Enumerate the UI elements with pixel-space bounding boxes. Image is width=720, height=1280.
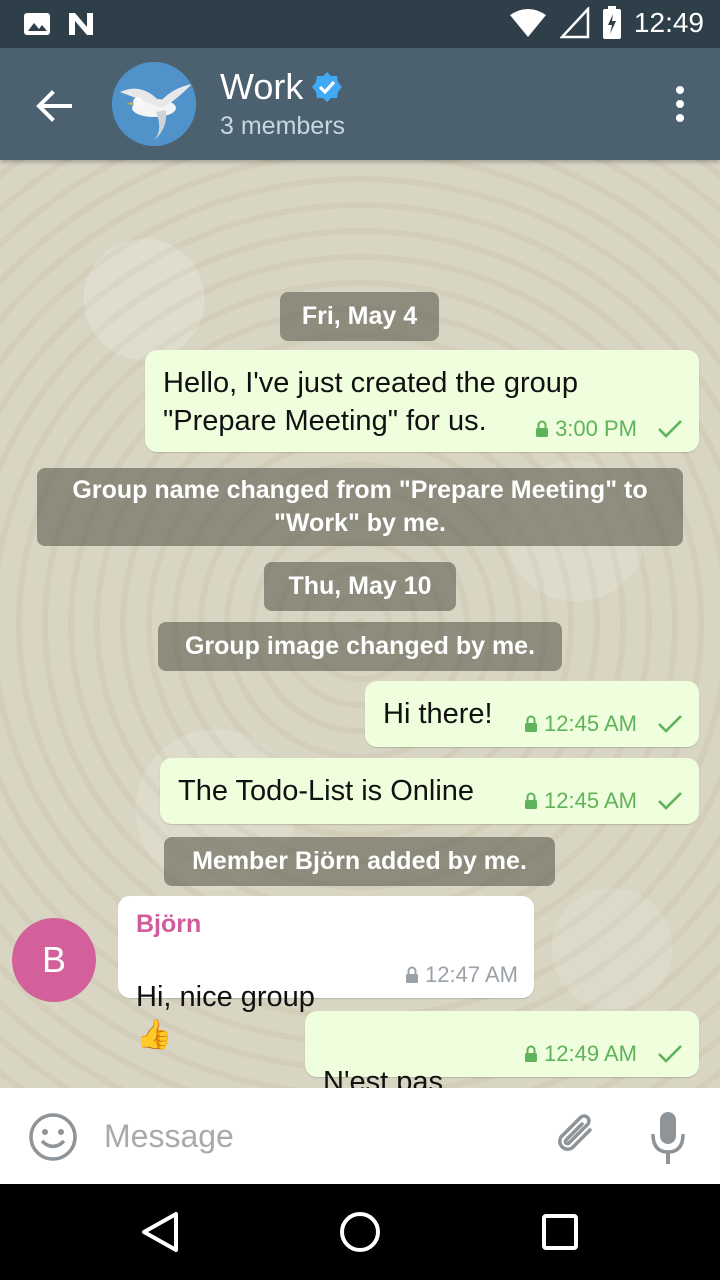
group-name: Work [220, 66, 304, 107]
system-message: Group name changed from "Prepare Meeting… [37, 468, 683, 546]
message-bubble[interactable]: Hello, I've just created the group "Prep… [145, 350, 699, 452]
system-navigation-bar [0, 1184, 720, 1280]
cell-signal-icon [559, 7, 590, 39]
message-bubble[interactable]: The Todo-List is Online 12:45 AM [160, 758, 699, 824]
chat-header: Work 3 members [0, 48, 720, 160]
status-time: 12:49 [633, 7, 704, 38]
group-avatar[interactable] [112, 62, 196, 146]
message-bubble[interactable]: N'est pas 😎 12:49 AM [305, 1011, 699, 1088]
status-bar: 12:49 [0, 0, 720, 48]
sent-check-icon [658, 420, 682, 438]
message-time: 12:45 AM [544, 711, 637, 736]
more-options-icon[interactable] [672, 84, 688, 124]
battery-icon [602, 6, 621, 39]
message-text: N'est pas [323, 1066, 443, 1088]
gallery-notification-icon [24, 13, 50, 35]
microphone-icon[interactable] [648, 1110, 688, 1166]
message-time: 12:47 AM [425, 962, 518, 987]
nav-home-icon[interactable] [338, 1210, 382, 1254]
nav-back-icon[interactable] [138, 1210, 182, 1254]
system-message: Member Björn added by me. [164, 837, 555, 886]
seagull-image-icon [112, 62, 196, 146]
lock-icon [406, 966, 419, 983]
message-bubble[interactable]: Hi there! 12:45 AM [365, 681, 699, 747]
message-composer [0, 1088, 720, 1184]
chat-title[interactable]: Work [220, 66, 343, 108]
emoji-icon[interactable] [28, 1112, 78, 1162]
system-message: Group image changed by me. [158, 622, 562, 671]
lock-icon [536, 420, 549, 437]
message-input[interactable] [104, 1110, 524, 1162]
n-notification-icon [69, 13, 93, 35]
wifi-icon [509, 9, 546, 37]
message-time: 12:49 AM [544, 1041, 637, 1066]
message-text: Hi, nice group [136, 981, 315, 1013]
member-count: 3 members [220, 112, 346, 140]
sent-check-icon [658, 792, 682, 810]
sent-check-icon [658, 1045, 682, 1063]
date-separator: Thu, May 10 [264, 562, 456, 611]
message-time: 12:45 AM [544, 788, 637, 813]
thumbs-up-emoji: 👍 [136, 1019, 173, 1051]
message-bubble[interactable]: Björn Hi, nice group 👍 12:47 AM [118, 896, 534, 1051]
sent-check-icon [658, 715, 682, 733]
date-separator: Fri, May 4 [280, 292, 439, 341]
chat-area[interactable]: Fri, May 4 Hello, I've just created the … [0, 160, 720, 1088]
back-arrow-icon[interactable] [30, 82, 78, 130]
lock-icon [525, 715, 538, 732]
verified-badge-icon [312, 72, 343, 102]
sender-avatar[interactable]: B [12, 918, 96, 1002]
message-time: 3:00 PM [555, 416, 637, 441]
lock-icon [525, 792, 538, 809]
nav-recents-icon[interactable] [538, 1210, 582, 1254]
lock-icon [525, 1045, 538, 1062]
attach-icon[interactable] [550, 1108, 602, 1164]
sender-name[interactable]: Björn [136, 908, 516, 940]
